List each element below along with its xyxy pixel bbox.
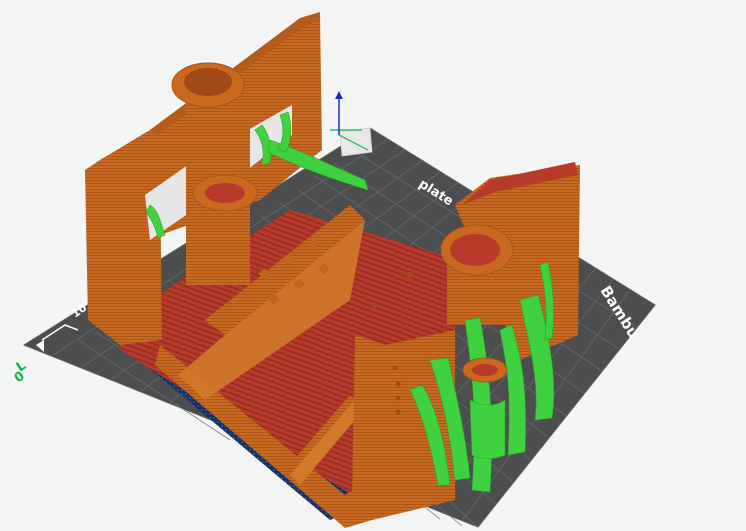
plate-grid-highlight	[339, 127, 373, 157]
z-axis-arrow	[335, 91, 343, 99]
3d-viewport[interactable]: Bambu plate 10 0 L	[0, 0, 746, 531]
right-front-wall	[352, 330, 455, 520]
right-tower-hole	[450, 234, 500, 266]
model-left-wall	[85, 158, 162, 345]
left-tower-hole	[184, 68, 232, 96]
slice-preview-canvas[interactable]: Bambu plate 10 0 L	[0, 0, 746, 531]
